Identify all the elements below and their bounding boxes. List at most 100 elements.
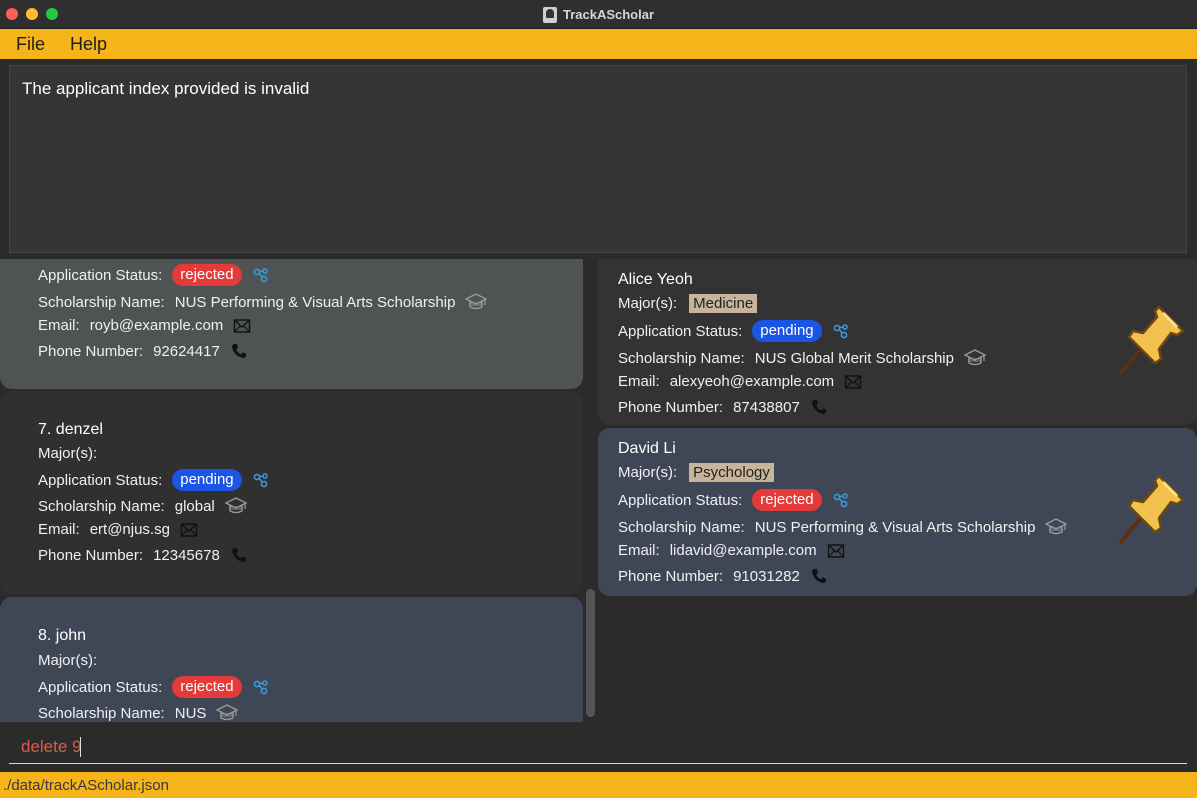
graduation-cap-icon: [964, 348, 986, 368]
phone-icon: [230, 342, 248, 360]
applicant-name: 8. john: [38, 627, 87, 644]
status-graph-icon: [252, 678, 270, 696]
applicant-name: 7. denzel: [38, 421, 103, 438]
email-row: Email: royb@example.com: [38, 317, 251, 334]
scholarship-value: NUS Performing & Visual Arts Scholarship: [174, 293, 456, 311]
applicant-card[interactable]: 7. denzel Major(s): Application Status: …: [0, 391, 583, 594]
status-row: Application Status: pending: [38, 469, 270, 491]
major-label: Major(s):: [38, 652, 98, 669]
major-row: Major(s):: [38, 445, 107, 462]
status-badge: pending: [172, 469, 242, 491]
menu-bar: File Help: [0, 29, 1197, 59]
result-message: The applicant index provided is invalid: [22, 79, 310, 98]
result-display[interactable]: The applicant index provided is invalid: [9, 65, 1187, 253]
title-bar: TrackAScholar: [0, 0, 1197, 29]
pushpin-icon: [1115, 303, 1187, 379]
phone-icon: [810, 398, 828, 416]
text-caret: [80, 737, 81, 757]
scholarship-row: Scholarship Name: NUS Global Merit Schol…: [618, 348, 986, 368]
phone-row: Phone Number: 12345678: [38, 546, 248, 564]
status-badge: rejected: [172, 264, 242, 286]
phone-value: 12345678: [153, 546, 220, 564]
scholarship-label: Scholarship Name:: [618, 349, 745, 367]
graduation-cap-icon: [1045, 517, 1067, 537]
scholarship-row: Scholarship Name: global: [38, 496, 247, 516]
status-graph-icon: [252, 471, 270, 489]
major-label: Major(s):: [618, 295, 678, 312]
email-label: Email:: [38, 317, 80, 334]
graduation-cap-icon: [225, 496, 247, 516]
status-label: Application Status:: [38, 266, 163, 284]
email-row: Email: ert@njus.sg: [38, 521, 198, 538]
status-row: Application Status: rejected: [38, 264, 270, 286]
applicant-name: Alice Yeoh: [618, 271, 693, 288]
pinned-applicant-card[interactable]: Alice Yeoh Major(s): Medicine Applicatio…: [598, 259, 1197, 425]
scholarship-value: global: [174, 497, 215, 515]
scholarship-value: NUS: [174, 704, 207, 722]
status-row: Application Status: pending: [618, 320, 850, 342]
envelope-icon: [180, 522, 198, 538]
scholarship-label: Scholarship Name:: [618, 518, 745, 536]
command-box: [0, 722, 1197, 772]
status-badge: rejected: [752, 489, 822, 511]
phone-row: Phone Number: 92624417: [38, 342, 248, 360]
status-graph-icon: [832, 322, 850, 340]
status-badge: pending: [752, 320, 822, 342]
status-label: Application Status:: [618, 322, 743, 340]
scholarship-value: NUS Global Merit Scholarship: [754, 349, 954, 367]
email-row: Email: lidavid@example.com: [618, 542, 845, 559]
scholarship-value: NUS Performing & Visual Arts Scholarship: [754, 518, 1036, 536]
major-label: Major(s):: [38, 445, 98, 462]
major-row: Major(s):: [38, 652, 107, 669]
email-label: Email:: [38, 521, 80, 538]
graduation-cap-icon: [465, 292, 487, 312]
window-title: TrackAScholar: [0, 0, 1197, 29]
status-label: Application Status:: [38, 471, 163, 489]
scholarship-label: Scholarship Name:: [38, 497, 165, 515]
command-input[interactable]: [9, 730, 1187, 764]
major-tag: Medicine: [689, 294, 758, 313]
status-badge: rejected: [172, 676, 242, 698]
menu-help[interactable]: Help: [54, 34, 116, 55]
envelope-icon: [844, 374, 862, 390]
scholarship-row: Scholarship Name: NUS Performing & Visua…: [38, 292, 487, 312]
phone-label: Phone Number:: [38, 546, 144, 564]
status-label: Application Status:: [618, 491, 743, 509]
phone-row: Phone Number: 87438807: [618, 398, 828, 416]
major-row: Major(s): Psychology: [618, 463, 774, 482]
status-bar: ./data/trackAScholar.json: [0, 772, 1197, 798]
envelope-icon: [233, 318, 251, 334]
applicant-card-selected[interactable]: 8. john Major(s): Application Status: re…: [0, 597, 583, 722]
save-file-path: ./data/trackAScholar.json: [3, 776, 169, 794]
phone-value: 92624417: [153, 342, 220, 360]
result-display-area: The applicant index provided is invalid: [0, 59, 1197, 259]
scholarship-label: Scholarship Name:: [38, 293, 165, 311]
scrollbar-thumb[interactable]: [586, 589, 595, 717]
email-label: Email:: [618, 373, 660, 390]
phone-label: Phone Number:: [38, 342, 144, 360]
menu-file[interactable]: File: [0, 34, 54, 55]
window-title-text: TrackAScholar: [562, 7, 655, 22]
phone-label: Phone Number:: [618, 567, 724, 585]
status-row: Application Status: rejected: [618, 489, 850, 511]
phone-value: 91031282: [733, 567, 800, 585]
email-value: royb@example.com: [89, 317, 224, 334]
email-value: alexyeoh@example.com: [669, 373, 835, 390]
pushpin-icon: [1115, 472, 1187, 548]
scholarship-label: Scholarship Name:: [38, 704, 165, 722]
major-tag: Psychology: [689, 463, 774, 482]
list-scrollbar[interactable]: [583, 259, 598, 722]
phone-value: 87438807: [733, 398, 800, 416]
phone-row: Phone Number: 91031282: [618, 567, 828, 585]
envelope-icon: [827, 543, 845, 559]
graduation-cap-icon: [216, 703, 238, 722]
applicant-list[interactable]: Application Status: rejected Scholarship…: [0, 259, 598, 722]
phone-icon: [230, 546, 248, 564]
scholarship-row: Scholarship Name: NUS: [38, 703, 238, 722]
pinned-applicant-card-selected[interactable]: David Li Major(s): Psychology Applicatio…: [598, 428, 1197, 596]
applicant-card[interactable]: Application Status: rejected Scholarship…: [0, 259, 583, 389]
status-graph-icon: [832, 491, 850, 509]
pinned-applicant-list[interactable]: Alice Yeoh Major(s): Medicine Applicatio…: [598, 259, 1197, 722]
phone-icon: [810, 567, 828, 585]
scholarship-row: Scholarship Name: NUS Performing & Visua…: [618, 517, 1067, 537]
